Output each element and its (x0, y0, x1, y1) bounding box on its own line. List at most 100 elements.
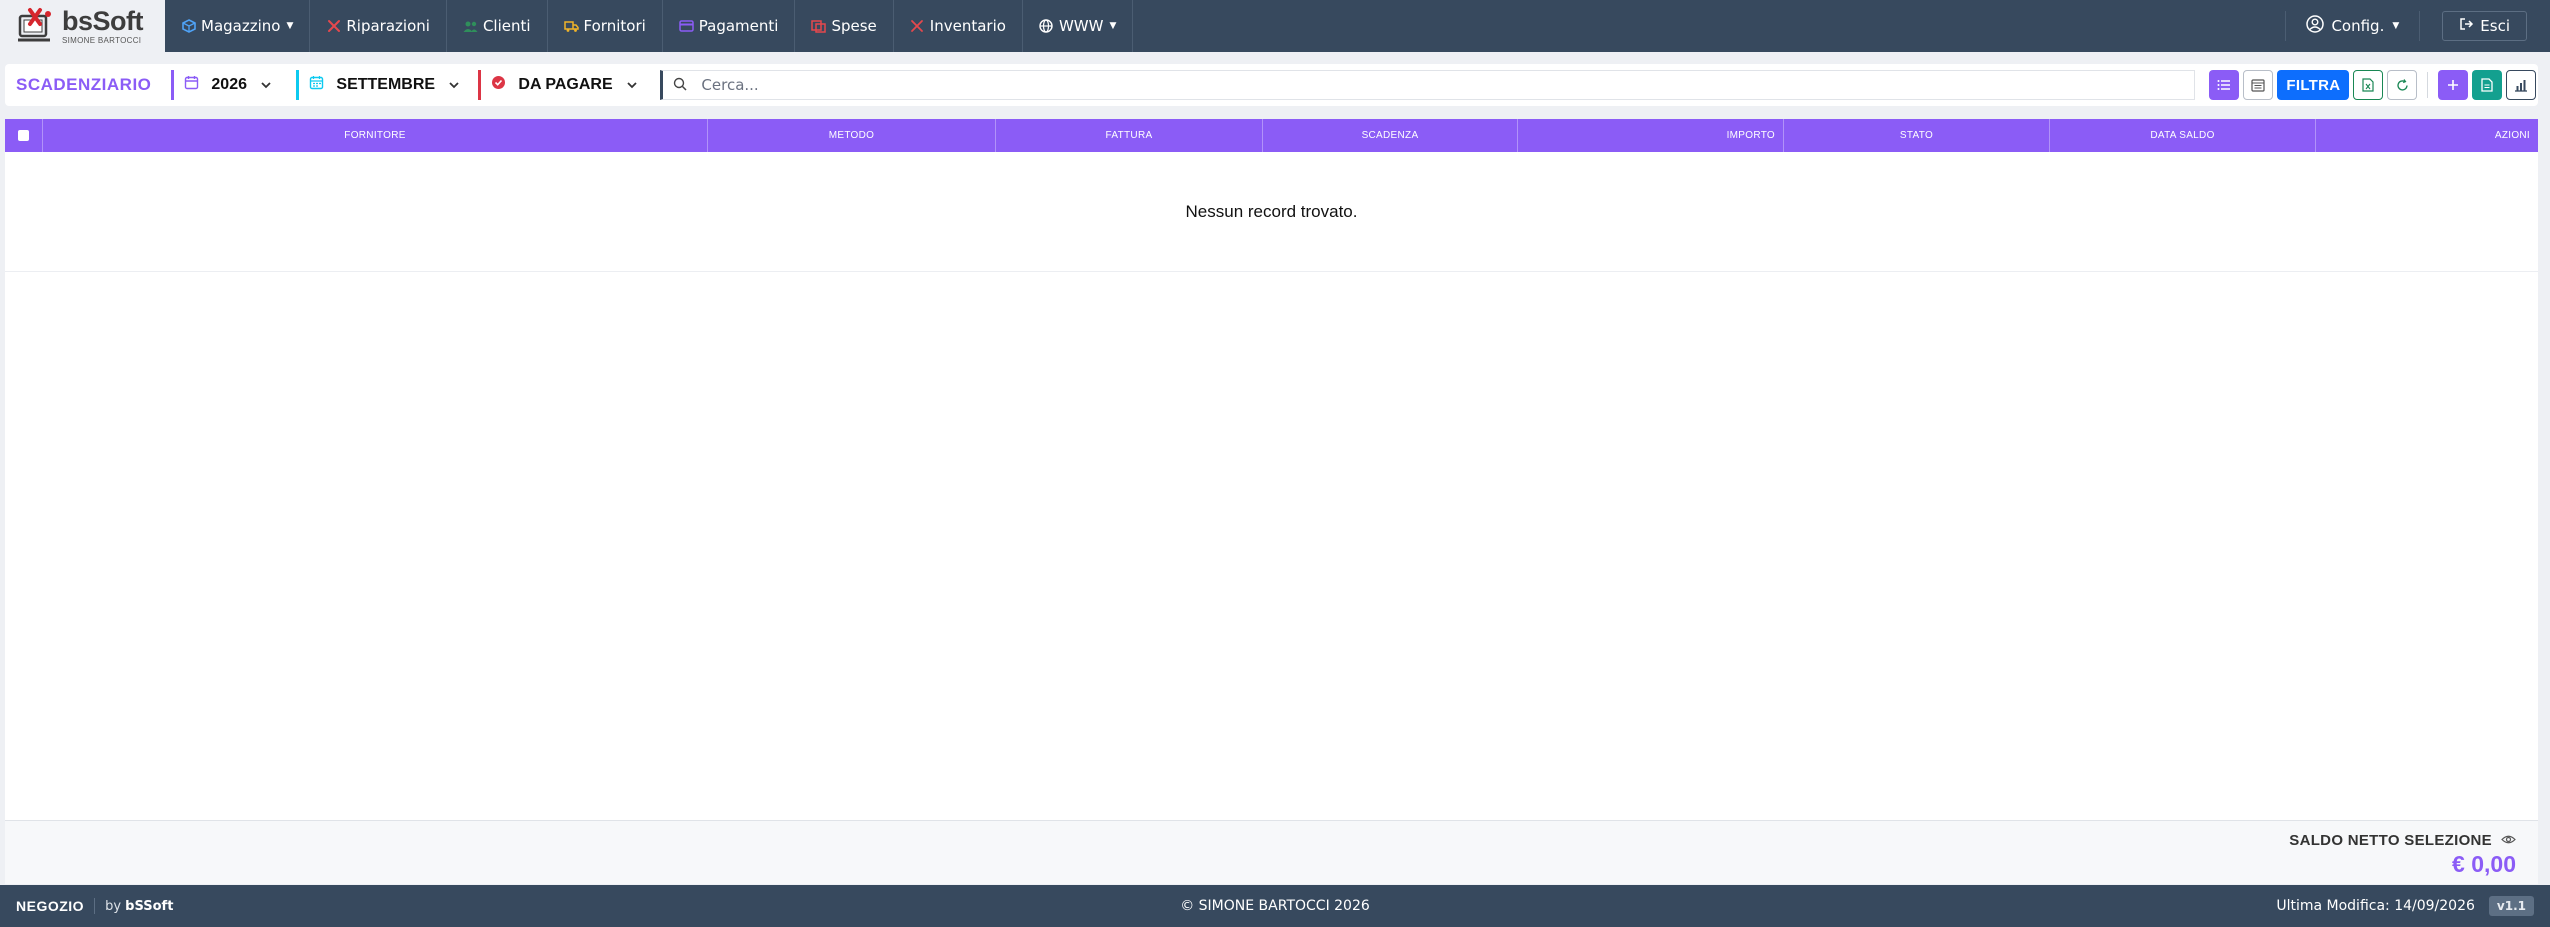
file-excel-icon (2362, 78, 2375, 92)
search-input[interactable] (701, 76, 2195, 94)
nav-item-www[interactable]: WWW ▼ (1023, 0, 1134, 52)
footer-by: by bSSoft (105, 899, 173, 914)
calendar-icon (184, 75, 199, 95)
search-box (660, 70, 2196, 100)
summary-panel: SALDO NETTO SELEZIONE € 0,00 (5, 820, 2538, 884)
footer: NEGOZIO by bSSoft © SIMONE BARTOCCI 2026… (0, 885, 2550, 927)
nav-right-area: Config. ▼ Esci (2285, 0, 2550, 52)
last-modified: Ultima Modifica: 14/09/2026 (2276, 898, 2475, 914)
page-title: SCADENZIARIO (16, 75, 152, 94)
chevron-down-icon (449, 82, 459, 89)
nav-item-inventario[interactable]: Inventario (894, 0, 1023, 52)
nav-label-www: WWW (1058, 17, 1104, 35)
users-icon (463, 19, 478, 34)
column-header-stato[interactable]: STATO (1784, 119, 2050, 152)
wrench-icon (910, 19, 925, 34)
user-circle-icon (2306, 15, 2325, 37)
box-icon (181, 19, 196, 34)
shop-name: NEGOZIO (16, 898, 96, 914)
footer-left: NEGOZIO by bSSoft (16, 898, 173, 914)
config-menu[interactable]: Config. ▼ (2285, 11, 2421, 41)
brand-name: bsSoft (62, 5, 144, 36)
footer-by-prefix: by (105, 898, 122, 914)
bssoft-logo-icon (14, 6, 56, 46)
nav-item-clienti[interactable]: Clienti (447, 0, 548, 52)
list-icon (2217, 80, 2231, 90)
column-header-metodo[interactable]: METODO (708, 119, 996, 152)
chevron-down-icon (261, 82, 271, 89)
summary-value: € 0,00 (2452, 851, 2516, 877)
view-buttons: FILTRA (2209, 70, 2537, 100)
column-header-fornitore[interactable]: FORNITORE (43, 119, 708, 152)
logout-label: Esci (2480, 17, 2510, 35)
caret-down-icon: ▼ (1109, 21, 1117, 31)
caret-down-icon: ▼ (286, 21, 294, 31)
footer-right: Ultima Modifica: 14/09/2026 v1.1 (2276, 896, 2534, 916)
year-value: 2026 (211, 76, 247, 93)
scadenze-table: FORNITORE METODO FATTURA SCADENZA IMPORT… (5, 119, 2538, 820)
plus-icon (2448, 80, 2459, 90)
nav-label-clienti: Clienti (482, 17, 531, 35)
nav-item-riparazioni[interactable]: Riparazioni (310, 0, 447, 52)
eye-icon[interactable] (2501, 832, 2516, 849)
add-button[interactable] (2438, 70, 2469, 100)
status-select[interactable]: DA PAGARE (478, 70, 650, 100)
select-all-cell (5, 119, 43, 152)
refresh-button[interactable] (2387, 70, 2418, 100)
empty-table-message: Nessun record trovato. (5, 152, 2538, 272)
toolbar-divider (2427, 72, 2429, 98)
calendar-grid-icon (2251, 79, 2266, 92)
caret-down-icon: ▼ (2392, 21, 2400, 31)
column-header-scadenza[interactable]: SCADENZA (1263, 119, 1518, 152)
truck-icon (563, 19, 579, 34)
footer-by-name: bSSoft (125, 898, 174, 914)
nav-item-fornitori[interactable]: Fornitori (548, 0, 663, 52)
nav-label-magazzino: Magazzino (201, 17, 281, 35)
logout-icon (2459, 17, 2474, 35)
select-all-checkbox[interactable] (18, 130, 29, 141)
summary-label: SALDO NETTO SELEZIONE (2289, 832, 2492, 849)
table-header: FORNITORE METODO FATTURA SCADENZA IMPORT… (5, 119, 2538, 152)
list-view-button[interactable] (2209, 70, 2240, 100)
nav-item-magazzino[interactable]: Magazzino ▼ (165, 0, 311, 52)
version-badge: v1.1 (2488, 896, 2534, 916)
footer-copyright: © SIMONE BARTOCCI 2026 (1180, 898, 1370, 914)
year-select[interactable]: 2026 (171, 70, 286, 100)
month-select[interactable]: SETTEMBRE (296, 70, 468, 100)
nav-label-pagamenti: Pagamenti (698, 17, 779, 35)
filter-button[interactable]: FILTRA (2277, 70, 2350, 100)
file-icon (2481, 78, 2494, 92)
nav-label-inventario: Inventario (929, 17, 1006, 35)
scadenziario-toolbar: SCADENZIARIO 2026 SETTEMBRE DA PAGARE Ce… (5, 64, 2538, 106)
nav-item-pagamenti[interactable]: Pagamenti (663, 0, 796, 52)
nav-label-spese: Spese (831, 17, 877, 35)
nav-item-spese[interactable]: Spese (795, 0, 894, 52)
bar-chart-icon (2515, 79, 2528, 92)
new-document-button[interactable] (2472, 70, 2503, 100)
refresh-icon (2397, 78, 2408, 91)
tools-icon (326, 19, 341, 34)
logout-button[interactable]: Esci (2442, 11, 2527, 41)
chevron-down-icon (627, 82, 637, 89)
brand-logo-area[interactable]: bsSoft SIMONE BARTOCCI (0, 0, 165, 52)
card-icon (679, 19, 694, 34)
column-header-importo[interactable]: IMPORTO (1518, 119, 1784, 152)
status-value: DA PAGARE (518, 76, 613, 93)
config-label: Config. (2331, 17, 2385, 35)
receipt-icon (811, 19, 827, 34)
check-circle-icon (491, 75, 506, 95)
export-excel-button[interactable] (2353, 70, 2384, 100)
column-header-fattura[interactable]: FATTURA (996, 119, 1263, 152)
calendar-month-icon (309, 75, 324, 95)
month-value: SETTEMBRE (336, 76, 436, 93)
globe-icon (1039, 19, 1054, 34)
column-header-azioni: AZIONI (2494, 130, 2530, 141)
column-header-data-saldo[interactable]: DATA SALDO (2050, 119, 2316, 152)
calendar-view-button[interactable] (2243, 70, 2274, 100)
summary-label-row: SALDO NETTO SELEZIONE (2289, 832, 2516, 849)
statistics-button[interactable] (2506, 70, 2537, 100)
search-icon (673, 76, 687, 95)
top-navbar: bsSoft SIMONE BARTOCCI Magazzino ▼ Ripar… (0, 0, 2550, 52)
nav-label-riparazioni: Riparazioni (346, 17, 430, 35)
nav-label-fornitori: Fornitori (583, 17, 646, 35)
